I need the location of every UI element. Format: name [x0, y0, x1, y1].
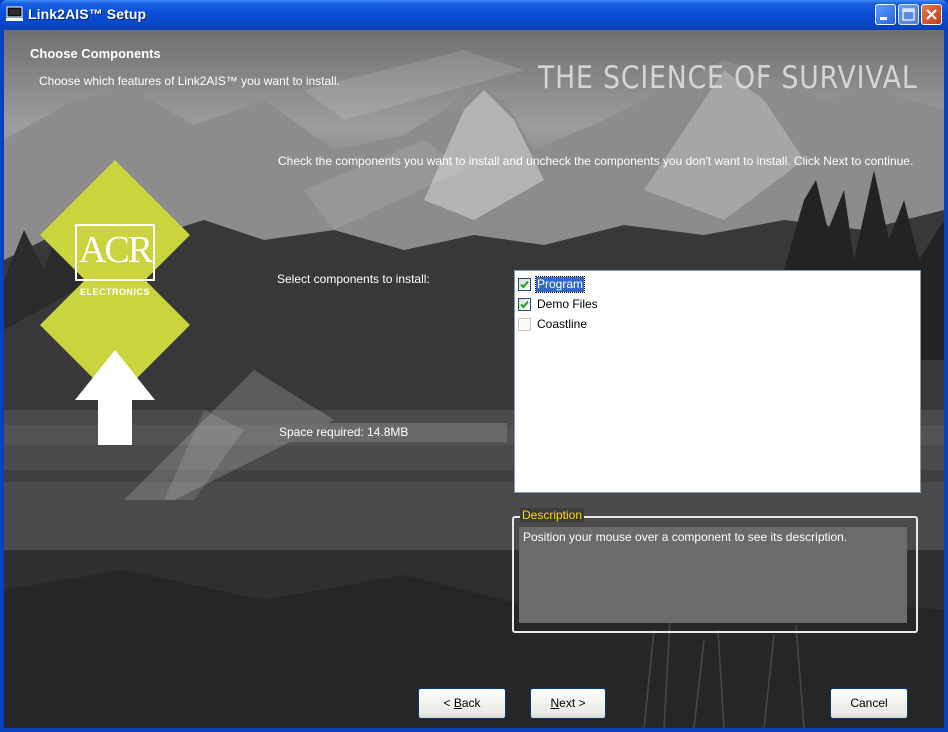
component-label-program[interactable]: Program: [534, 276, 586, 293]
page-title: Choose Components: [30, 46, 161, 61]
page-subtitle: Choose which features of Link2AIS™ you w…: [39, 74, 340, 88]
back-button-rest: ack: [461, 696, 481, 710]
back-button-prefix: <: [443, 696, 454, 710]
component-label-coastline[interactable]: Coastline: [536, 317, 588, 332]
select-components-label: Select components to install:: [277, 272, 430, 286]
instructions-text: Check the components you want to install…: [278, 154, 914, 168]
installer-page: Choose Components Choose which features …: [4, 30, 944, 728]
component-item-coastline[interactable]: Coastline: [518, 315, 920, 335]
cancel-button[interactable]: Cancel: [830, 688, 908, 719]
logo-brand-text: ACR: [78, 229, 153, 271]
window-title: Link2AIS™ Setup: [28, 6, 147, 22]
minimize-button[interactable]: [875, 4, 896, 25]
checkbox-demo-files[interactable]: [518, 298, 531, 311]
description-group: Description Position your mouse over a c…: [512, 508, 918, 633]
next-button-rest: ext >: [559, 696, 586, 710]
computer-icon: [6, 6, 23, 22]
description-legend: Description: [520, 508, 585, 522]
component-label-demo-files[interactable]: Demo Files: [536, 297, 599, 312]
maximize-button[interactable]: [898, 4, 919, 25]
checkbox-coastline[interactable]: [518, 318, 531, 331]
space-required-text: Space required: 14.8MB: [277, 423, 507, 442]
close-button[interactable]: [921, 4, 942, 25]
acr-logo: ACR ELECTRONICS: [40, 160, 190, 450]
setup-window: Link2AIS™ Setup Choose Components Choose…: [0, 0, 948, 732]
slogan-banner: THE SCIENCE OF SURVIVAL: [538, 60, 918, 96]
back-button-mnemonic: B: [453, 696, 462, 710]
components-tree[interactable]: Program Demo Files Coastline: [514, 270, 921, 493]
description-text: Position your mouse over a component to …: [519, 527, 907, 623]
title-bar[interactable]: Link2AIS™ Setup: [0, 0, 948, 30]
acr-logo-shape: [40, 160, 190, 445]
checkbox-program[interactable]: [518, 278, 531, 291]
next-button-mnemonic: N: [550, 696, 560, 710]
component-item-demo-files[interactable]: Demo Files: [518, 295, 920, 315]
component-item-program[interactable]: Program: [518, 275, 920, 295]
logo-tagline-text: ELECTRONICS: [79, 287, 150, 297]
back-button[interactable]: < Back: [418, 688, 506, 719]
next-button[interactable]: Next >: [530, 688, 606, 719]
